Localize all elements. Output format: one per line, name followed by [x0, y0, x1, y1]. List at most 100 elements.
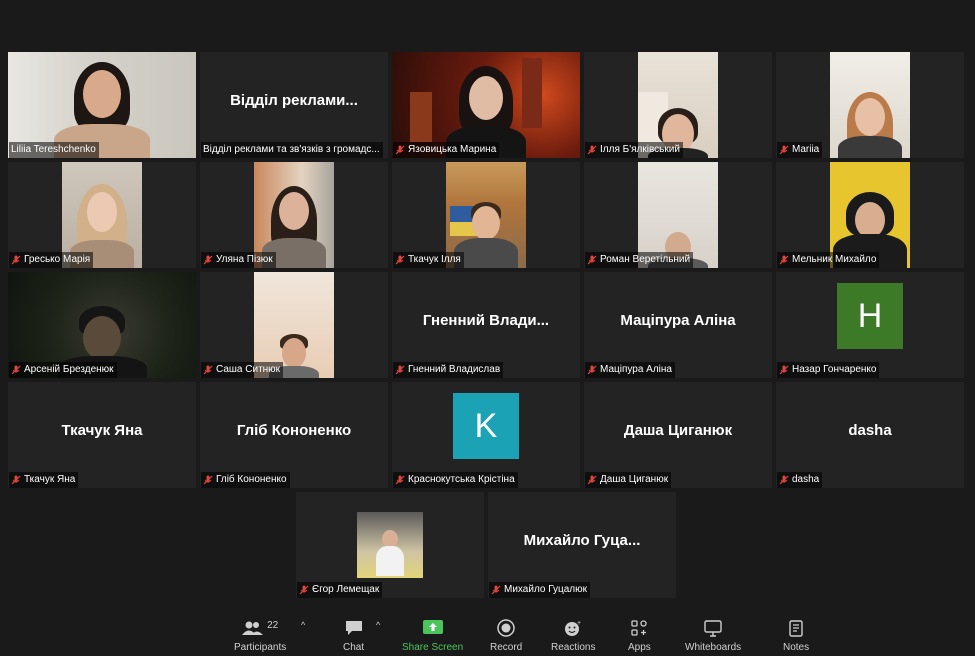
participant-tile-liliia[interactable]: Liliia Tereshchenko	[8, 52, 196, 158]
participant-name-label: Даша Циганюк	[585, 472, 672, 488]
muted-mic-icon	[395, 255, 405, 265]
record-button[interactable]: Record	[490, 618, 522, 653]
chat-button[interactable]: Chat	[343, 618, 364, 653]
participant-name-label: dasha	[777, 472, 823, 488]
participants-button[interactable]: 22 Participants	[234, 618, 287, 654]
muted-mic-icon	[203, 365, 213, 375]
muted-mic-icon	[491, 585, 501, 595]
participants-count: 22	[267, 619, 279, 631]
participants-icon	[242, 620, 264, 639]
whiteboards-button[interactable]: Whiteboards	[685, 618, 741, 653]
record-icon	[497, 618, 515, 640]
muted-mic-icon	[587, 145, 597, 155]
chat-label: Chat	[343, 642, 365, 653]
participant-display-name: Гненний Влади...	[422, 312, 550, 329]
participant-tile-sytniuk[interactable]: Саша Ситнюк	[200, 272, 388, 378]
participant-name-label: Гненний Владислав	[393, 362, 504, 378]
participant-tile-tkachuk-illia[interactable]: Ткачук Ілля	[392, 162, 580, 268]
apps-button[interactable]: Apps	[628, 618, 651, 653]
participant-name-label: Відділ реклами та зв'язків з громадс...	[201, 142, 383, 158]
chat-caret-icon[interactable]: ^	[376, 620, 380, 630]
participant-tile-piziuk[interactable]: Уляна Пізюк	[200, 162, 388, 268]
video-feed	[830, 52, 910, 158]
muted-mic-icon	[587, 475, 597, 485]
muted-mic-icon	[395, 365, 405, 375]
meeting-gallery-view: Liliia Tereshchenko Відділ реклами... Ві…	[0, 0, 975, 656]
apps-icon	[630, 619, 648, 640]
notes-icon	[788, 619, 804, 640]
participant-display-name: Ткачук Яна	[61, 422, 143, 439]
participant-tile-tkachuk-yana[interactable]: Ткачук Яна Ткачук Яна	[8, 382, 196, 488]
participant-tile-honcharenko[interactable]: Н Назар Гончаренко	[776, 272, 964, 378]
reactions-label: Reactions	[551, 642, 596, 653]
participant-tile-dasha[interactable]: dasha dasha	[776, 382, 964, 488]
participant-name-label: Маціпура Аліна	[585, 362, 675, 378]
participant-tile-veretilnyi[interactable]: Роман Веретільний	[584, 162, 772, 268]
participant-name-label: Назар Гончаренко	[777, 362, 880, 378]
whiteboard-icon	[704, 619, 722, 640]
participant-tile-mariia[interactable]: Mariia	[776, 52, 964, 158]
participant-display-name: Гліб Кононенко	[236, 422, 352, 439]
participant-display-name: Маціпура Аліна	[620, 312, 736, 329]
video-feed	[357, 512, 423, 578]
muted-mic-icon	[395, 475, 405, 485]
participant-display-name: dasha	[848, 422, 892, 439]
participant-name-label: Ілля Б'ялківський	[585, 142, 683, 158]
participant-name-label: Гліб Кононенко	[201, 472, 290, 488]
meeting-toolbar: 22 Participants ^ Chat ^ Share Screen Re…	[0, 610, 975, 656]
participant-name-label: Гресько Марія	[9, 252, 94, 268]
participant-name-label: Liliia Tereshchenko	[9, 142, 99, 158]
notes-button[interactable]: Notes	[783, 618, 809, 653]
avatar: Н	[837, 283, 903, 349]
share-screen-button[interactable]: Share Screen	[402, 618, 463, 653]
muted-mic-icon	[11, 475, 21, 485]
participant-name-label: Ткачук Яна	[9, 472, 79, 488]
participants-label: Participants	[234, 642, 287, 653]
reactions-button[interactable]: + Reactions	[551, 618, 596, 654]
record-label: Record	[490, 642, 523, 653]
participants-caret-icon[interactable]: ^	[301, 620, 305, 630]
share-screen-label: Share Screen	[402, 642, 464, 653]
participant-name-label: Арсеній Брезденюк	[9, 362, 117, 378]
participant-tile-krasnokutska[interactable]: K Краснокутська Крістіна	[392, 382, 580, 488]
muted-mic-icon	[587, 365, 597, 375]
muted-mic-icon	[395, 145, 405, 155]
participant-tile-bialkivskyi[interactable]: Ілля Б'ялківський	[584, 52, 772, 158]
apps-label: Apps	[628, 642, 651, 653]
muted-mic-icon	[779, 365, 789, 375]
muted-mic-icon	[779, 255, 789, 265]
participant-name-label: Mariia	[777, 142, 823, 158]
participant-display-name: Відділ реклами...	[230, 92, 358, 109]
avatar: K	[453, 393, 519, 459]
participant-name-label: Михайло Гуцалюк	[489, 582, 590, 598]
participant-tile-lemeshchak[interactable]: Єгор Лемещак	[296, 492, 484, 598]
muted-mic-icon	[203, 255, 213, 265]
participant-tile-melnyk[interactable]: Мельник Михайло	[776, 162, 964, 268]
participant-name-label: Ткачук Ілля	[393, 252, 464, 268]
participant-display-name: Даша Циганюк	[623, 422, 733, 439]
participant-name-label: Мельник Михайло	[777, 252, 880, 268]
participant-tile-matsipura[interactable]: Маціпура Аліна Маціпура Аліна	[584, 272, 772, 378]
muted-mic-icon	[11, 365, 21, 375]
chat-icon	[345, 620, 363, 639]
muted-mic-icon	[203, 475, 213, 485]
participant-tile-hutsaliuk[interactable]: Михайло Гуца... Михайло Гуцалюк	[488, 492, 676, 598]
participant-tile-tsyhaniuk[interactable]: Даша Циганюк Даша Циганюк	[584, 382, 772, 488]
svg-text:+: +	[577, 620, 581, 627]
participant-tile-hresko[interactable]: Гресько Марія	[8, 162, 196, 268]
participant-name-label: Саша Ситнюк	[201, 362, 284, 378]
participant-tile-brezdeniuk[interactable]: Арсеній Брезденюк	[8, 272, 196, 378]
participant-name-label: Краснокутська Крістіна	[393, 472, 518, 488]
participant-display-name: Михайло Гуца...	[523, 532, 641, 549]
participant-name-label: Язовицька Марина	[393, 142, 500, 158]
participant-name-label: Роман Веретільний	[585, 252, 694, 268]
participant-tile-yazovytska[interactable]: Язовицька Марина	[392, 52, 580, 158]
muted-mic-icon	[779, 475, 789, 485]
participant-name-label: Уляна Пізюк	[201, 252, 276, 268]
participant-tile-kononenko[interactable]: Гліб Кононенко Гліб Кононенко	[200, 382, 388, 488]
muted-mic-icon	[11, 255, 21, 265]
share-screen-icon	[422, 619, 443, 639]
participant-tile-hnennyi[interactable]: Гненний Влади... Гненний Владислав	[392, 272, 580, 378]
muted-mic-icon	[587, 255, 597, 265]
participant-tile-pr-department[interactable]: Відділ реклами... Відділ реклами та зв'я…	[200, 52, 388, 158]
